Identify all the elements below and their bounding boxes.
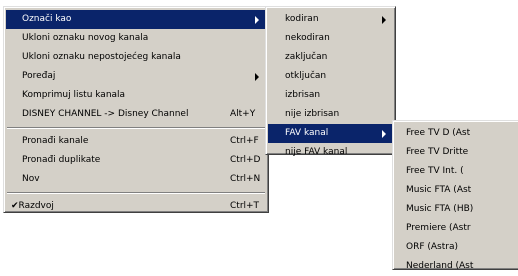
- fav-item[interactable]: Music FTA (HB): [395, 200, 518, 219]
- submenu-item-nije-fav-kanal[interactable]: nije FAV kanal: [268, 143, 393, 162]
- fav-item[interactable]: Music FTA (Ast: [395, 181, 518, 200]
- menu-item-label: Ukloni oznaku novog kanala: [22, 33, 149, 43]
- submenu-item-zakljucan[interactable]: zaključan: [268, 48, 393, 67]
- menu-item-label: Pronađi duplikate: [22, 155, 101, 165]
- menu-item-label: Pronađi kanale: [22, 136, 89, 146]
- menu-item-label: Free TV D (Ast: [406, 128, 471, 138]
- mark-submenu: kodiran nekodiran zaključan otključan iz…: [265, 6, 396, 157]
- submenu-item-kodiran[interactable]: kodiran: [268, 10, 393, 29]
- menu-item-pronadi-duplikate[interactable]: Pronađi duplikate Ctrl+D: [6, 151, 266, 170]
- menu-item-label: Free TV Dritte: [406, 147, 469, 157]
- submenu-item-otkljucan[interactable]: otključan: [268, 67, 393, 86]
- menu-item-pronadi-kanale[interactable]: Pronađi kanale Ctrl+F: [6, 132, 266, 151]
- menu-item-text: Razdvoj: [18, 201, 54, 211]
- menu-item-label: Poređaj: [22, 71, 56, 81]
- menu-item-label: Music FTA (HB): [406, 204, 474, 214]
- menu-separator: [6, 189, 266, 197]
- menu-item-shortcut: Ctrl+N: [230, 174, 261, 184]
- menu-item-label: Free TV Int. (: [406, 166, 464, 176]
- menu-item-ukloni-oznaku-novog[interactable]: Ukloni oznaku novog kanala: [6, 29, 266, 48]
- fav-item[interactable]: Premiere (Astr: [395, 219, 518, 238]
- submenu-arrow-icon: [382, 130, 386, 138]
- submenu-item-nekodiran[interactable]: nekodiran: [268, 29, 393, 48]
- menu-item-label: Označi kao: [22, 14, 72, 24]
- menu-item-ukloni-oznaku-nepostojeceg[interactable]: Ukloni oznaku nepostojećeg kanala: [6, 48, 266, 67]
- fav-item[interactable]: ORF (Astra): [395, 238, 518, 257]
- submenu-item-izbrisan[interactable]: izbrisan: [268, 86, 393, 105]
- menu-separator: [6, 124, 266, 132]
- menu-item-label: Komprimuj listu kanala: [22, 90, 126, 100]
- menu-item-poredaj[interactable]: Poređaj: [6, 67, 266, 86]
- submenu-item-nije-izbrisan[interactable]: nije izbrisan: [268, 105, 393, 124]
- menu-item-label: DISNEY CHANNEL -> Disney Channel: [22, 109, 189, 119]
- fav-item[interactable]: Free TV Int. (: [395, 162, 518, 181]
- menu-item-shortcut: Ctrl+D: [230, 155, 261, 165]
- fav-item[interactable]: Free TV Dritte: [395, 143, 518, 162]
- menu-item-label: nije FAV kanal: [285, 147, 348, 157]
- submenu-arrow-icon: [255, 16, 259, 24]
- submenu-item-fav-kanal[interactable]: FAV kanal: [268, 124, 393, 143]
- fav-submenu: Free TV D (Ast Free TV Dritte Free TV In…: [392, 120, 518, 271]
- menu-item-label: Nov: [22, 174, 40, 184]
- menu-item-label: kodiran: [285, 14, 319, 24]
- menu-item-shortcut: Ctrl+F: [230, 136, 259, 146]
- menu-item-nov[interactable]: Nov Ctrl+N: [6, 170, 266, 189]
- menu-item-label: izbrisan: [285, 90, 321, 100]
- menu-item-label: zaključan: [285, 52, 328, 62]
- fav-item[interactable]: Nederland (Ast: [395, 257, 518, 276]
- menu-item-shortcut: Ctrl+T: [230, 201, 260, 211]
- menu-item-label: FAV kanal: [285, 128, 329, 138]
- menu-item-razdvoj[interactable]: ✔Razdvoj Ctrl+T: [6, 197, 266, 216]
- menu-item-label: otključan: [285, 71, 327, 81]
- checkmark-icon: ✔: [11, 201, 19, 211]
- submenu-arrow-icon: [382, 16, 386, 24]
- menu-item-label: ✔Razdvoj: [11, 197, 54, 216]
- menu-item-label: Nederland (Ast: [406, 261, 474, 271]
- menu-item-label: ORF (Astra): [406, 242, 458, 252]
- fav-item[interactable]: Free TV D (Ast: [395, 124, 518, 143]
- menu-item-komprimuj[interactable]: Komprimuj listu kanala: [6, 86, 266, 105]
- submenu-arrow-icon: [255, 73, 259, 81]
- context-menu: Označi kao Ukloni oznaku novog kanala Uk…: [3, 6, 269, 213]
- menu-item-label: Ukloni oznaku nepostojećeg kanala: [22, 52, 181, 62]
- menu-item-label: Premiere (Astr: [406, 223, 471, 233]
- menu-item-label: Music FTA (Ast: [406, 185, 472, 195]
- menu-item-oznaci-kao[interactable]: Označi kao: [6, 10, 266, 29]
- menu-item-shortcut: Alt+Y: [230, 109, 256, 119]
- menu-item-label: nije izbrisan: [285, 109, 340, 119]
- menu-item-disney-rename[interactable]: DISNEY CHANNEL -> Disney Channel Alt+Y: [6, 105, 266, 124]
- menu-item-label: nekodiran: [285, 33, 330, 43]
